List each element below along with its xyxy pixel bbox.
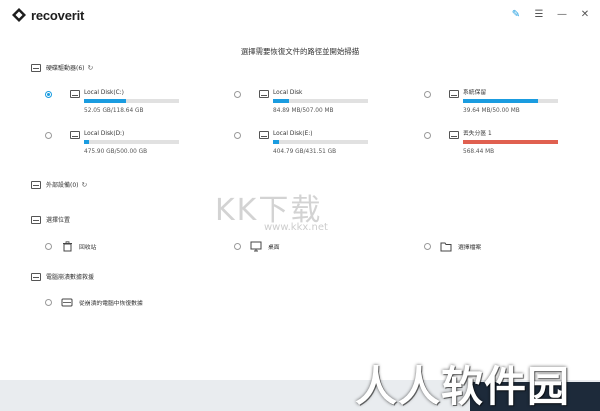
disk-icon	[449, 90, 459, 98]
location-item-recycle-bin[interactable]: 回收站	[45, 241, 96, 252]
drive-name: Local Disk(D:)	[84, 131, 125, 137]
drive-size: 84.89 MB/507.00 MB	[273, 108, 334, 114]
usage-fill	[84, 99, 126, 103]
recoverit-logo-icon	[12, 8, 26, 22]
external-device-icon	[31, 180, 41, 189]
close-icon[interactable]: ✕	[578, 7, 592, 21]
disk-icon	[70, 131, 80, 139]
desktop-icon	[250, 241, 262, 252]
usage-bar	[273, 99, 368, 103]
radio-button[interactable]	[234, 91, 241, 98]
usage-fill	[273, 140, 279, 144]
section-label: 硬碟驅動器(6)	[46, 65, 85, 72]
section-hard-drives: 硬碟驅動器(6) ↻	[31, 63, 93, 72]
section-label: 電腦崩潰數據救援	[46, 274, 95, 281]
location-icon	[31, 215, 41, 224]
drive-item[interactable]: 系統保留 39.64 MB/50.00 MB	[424, 89, 558, 114]
radio-button[interactable]	[424, 91, 431, 98]
drive-name: 丟失分區 1	[463, 131, 492, 137]
usage-fill	[463, 99, 539, 103]
folder-icon	[440, 241, 452, 252]
usage-fill	[84, 140, 89, 144]
pin-icon[interactable]: ✎	[509, 7, 523, 21]
drive-name: Local Disk	[273, 90, 303, 96]
section-label: 外部設備(0)	[46, 182, 79, 189]
crash-recovery-option[interactable]: 從崩潰的電腦中恢復數據	[45, 297, 143, 308]
crash-icon	[31, 272, 41, 281]
radio-button[interactable]	[45, 243, 52, 250]
location-item-desktop[interactable]: 桌面	[234, 241, 280, 252]
crashed-computer-icon	[61, 297, 73, 308]
drive-size: 52.05 GB/118.64 GB	[84, 108, 144, 114]
minimize-icon[interactable]: —	[555, 7, 569, 21]
drive-name: Local Disk(C:)	[84, 90, 124, 96]
radio-button[interactable]	[234, 243, 241, 250]
watermark-url: www.kkx.net	[264, 222, 328, 233]
title-bar: recoverit ✎ ☰ — ✕	[0, 0, 600, 30]
section-select-location: 選擇位置	[31, 215, 70, 224]
section-external-devices: 外部設備(0) ↻	[31, 180, 87, 189]
location-label: 回收站	[79, 245, 97, 251]
usage-bar	[84, 140, 179, 144]
drive-item[interactable]: Local Disk 84.89 MB/507.00 MB	[234, 89, 368, 114]
recycle-bin-icon	[61, 241, 73, 252]
location-item-select-folder[interactable]: 選擇檔案	[424, 241, 481, 252]
drive-name: Local Disk(E:)	[273, 131, 313, 137]
usage-bar	[273, 140, 368, 144]
hard-drive-icon	[31, 63, 41, 72]
app-logo: recoverit	[11, 7, 84, 23]
drive-size: 568.44 MB	[463, 149, 495, 155]
watermark-renren: 人人软件园	[355, 362, 571, 411]
drive-item[interactable]: 丟失分區 1 568.44 MB	[424, 130, 558, 155]
disk-icon	[70, 90, 80, 98]
location-label: 桌面	[268, 245, 280, 251]
usage-fill	[463, 140, 558, 144]
drive-size: 475.90 GB/500.00 GB	[84, 149, 148, 155]
location-label: 選擇檔案	[458, 245, 482, 251]
drive-size: 39.64 MB/50.00 MB	[463, 108, 520, 114]
crash-option-label: 從崩潰的電腦中恢復數據	[79, 301, 143, 307]
drive-item[interactable]: Local Disk(E:) 404.79 GB/431.51 GB	[234, 130, 368, 155]
disk-icon	[259, 131, 269, 139]
usage-bar	[463, 140, 558, 144]
radio-button[interactable]	[45, 132, 52, 139]
radio-button[interactable]	[45, 299, 52, 306]
drive-item[interactable]: Local Disk(C:) 52.05 GB/118.64 GB	[45, 89, 179, 114]
usage-bar	[84, 99, 179, 103]
section-label: 選擇位置	[46, 217, 71, 224]
usage-fill	[273, 99, 290, 103]
drive-item[interactable]: Local Disk(D:) 475.90 GB/500.00 GB	[45, 130, 179, 155]
app-name: recoverit	[31, 7, 85, 23]
disk-icon	[259, 90, 269, 98]
lost-partition-icon	[449, 131, 459, 139]
page-title: 選擇需要恢復文件的路徑並開始掃描	[240, 47, 360, 56]
section-crash-recovery: 電腦崩潰數據救援	[31, 272, 94, 281]
refresh-icon[interactable]: ↻	[82, 181, 88, 189]
usage-bar	[463, 99, 558, 103]
radio-button[interactable]	[424, 132, 431, 139]
radio-button[interactable]	[45, 91, 52, 98]
radio-button[interactable]	[234, 132, 241, 139]
radio-button[interactable]	[424, 243, 431, 250]
window-controls: ✎ ☰ — ✕	[509, 7, 592, 21]
drive-size: 404.79 GB/431.51 GB	[273, 149, 337, 155]
drive-name: 系統保留	[463, 90, 487, 96]
menu-icon[interactable]: ☰	[532, 7, 546, 21]
refresh-icon[interactable]: ↻	[88, 64, 94, 72]
